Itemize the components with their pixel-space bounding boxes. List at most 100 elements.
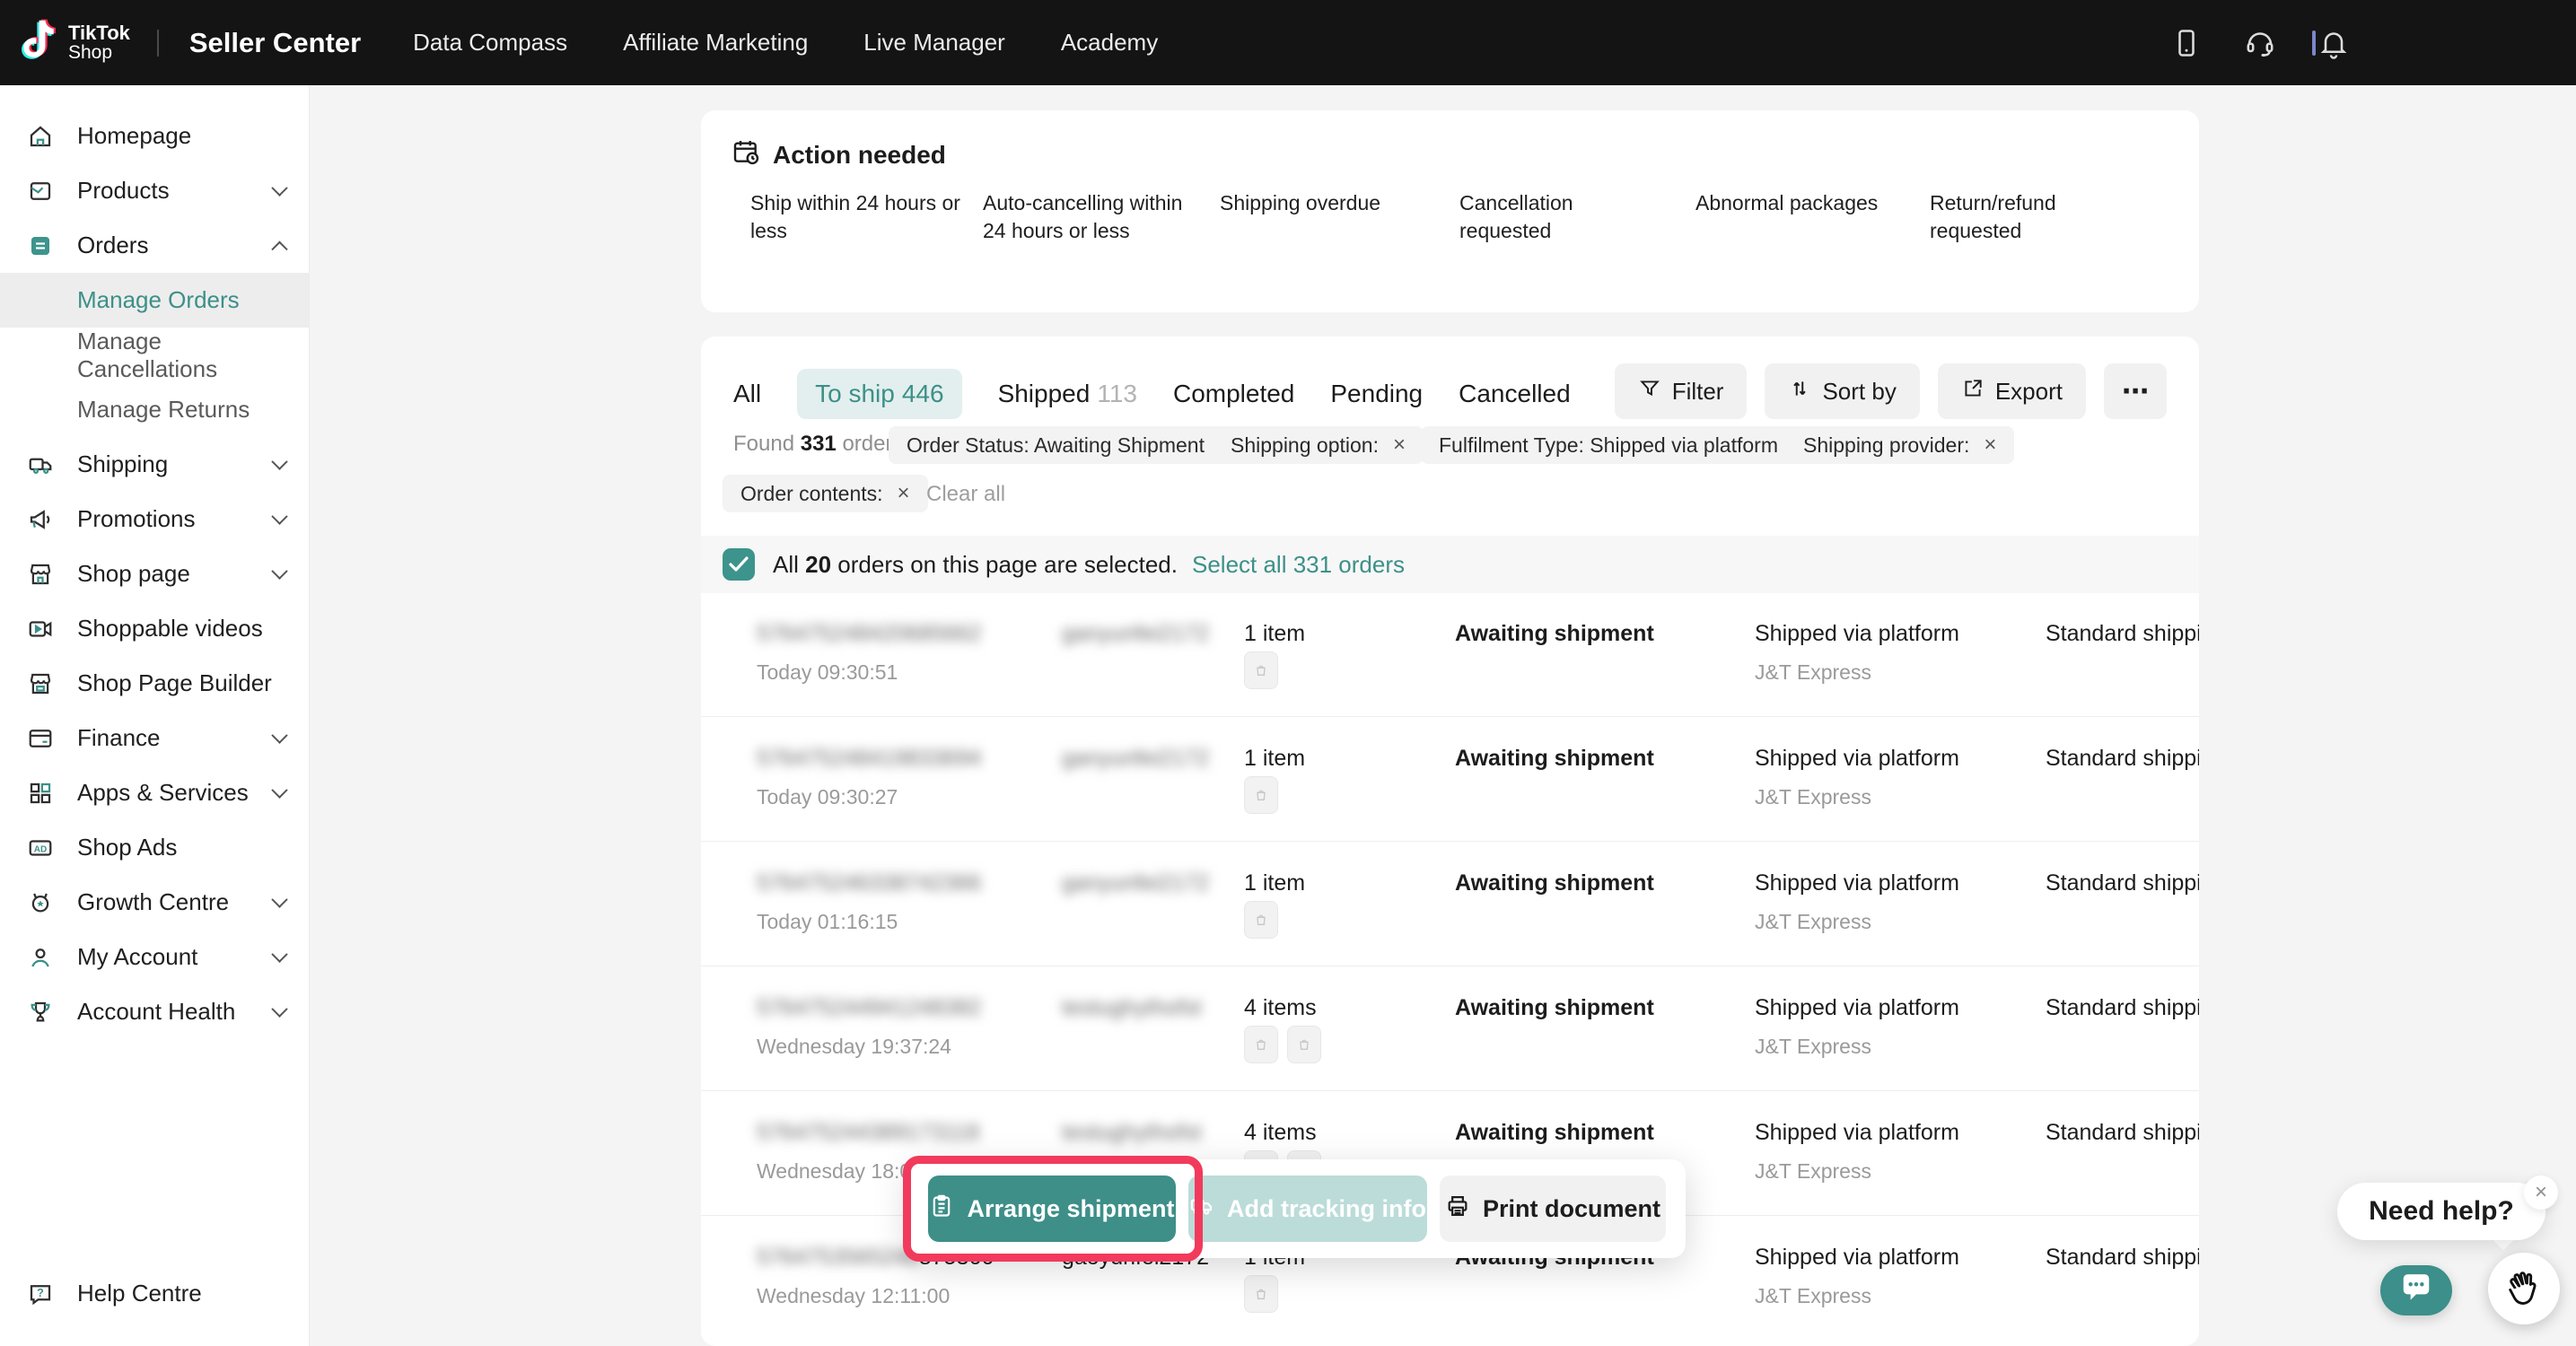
- sidebar-item-manage-orders[interactable]: Manage Orders: [0, 273, 309, 328]
- fulfilment-type: Shipped via platform: [1755, 870, 1959, 896]
- more-actions-button[interactable]: ⋯: [2104, 363, 2167, 419]
- storefront-builder-icon: [25, 669, 56, 699]
- buyer-name: ganyunfei2172: [1062, 621, 1209, 647]
- metric-auto-cancel[interactable]: Auto-cancelling within 24 hours or less …: [983, 189, 1194, 312]
- sidebar-item-promotions[interactable]: Promotions: [0, 492, 309, 546]
- arrange-shipment-button[interactable]: Arrange shipment: [928, 1176, 1176, 1242]
- sidebar-item-help-centre[interactable]: ? Help Centre: [0, 1266, 310, 1321]
- order-row[interactable]: 576475248420685662 Today 09:30:51 ganyun…: [701, 592, 2199, 717]
- select-all-331-link[interactable]: Select all 331 orders: [1192, 551, 1405, 579]
- order-row[interactable]: 576475248419833694 Today 09:30:27 ganyun…: [701, 717, 2199, 842]
- page-root: TikTok Shop Seller Center Data Compass A…: [0, 0, 2576, 1346]
- sidebar-item-shop-page-builder[interactable]: Shop Page Builder: [0, 656, 309, 711]
- clear-all-filters-link[interactable]: Clear all: [926, 482, 1005, 507]
- sort-by-label: Sort by: [1822, 378, 1896, 406]
- filter-chip-shipping-option[interactable]: Shipping option: ×: [1213, 426, 1424, 464]
- metric-label: Auto-cancelling within 24 hours or less: [983, 189, 1194, 245]
- chip-label: Shipping provider:: [1803, 433, 1969, 458]
- metric-shipping-overdue[interactable]: Shipping overdue 140: [1220, 189, 1431, 312]
- tab-to-ship[interactable]: To ship446: [797, 369, 961, 419]
- help-close-button[interactable]: ×: [2524, 1176, 2558, 1210]
- need-help-bubble[interactable]: Need help?: [2337, 1183, 2545, 1240]
- sidebar-item-manage-returns[interactable]: Manage Returns: [0, 382, 309, 437]
- sidebar-item-shop-ads[interactable]: AD Shop Ads: [0, 820, 309, 875]
- sidebar-item-apps-services[interactable]: Apps & Services: [0, 765, 309, 820]
- chevron-down-icon: [271, 946, 287, 962]
- print-document-button[interactable]: Print document: [1440, 1176, 1666, 1242]
- filter-chip-fulfilment-type[interactable]: Fulfilment Type: Shipped via platform ×: [1421, 426, 1823, 464]
- product-thumbnail[interactable]: [1244, 1275, 1278, 1313]
- metric-return-refund[interactable]: Return/refund requested 0: [1930, 189, 2141, 312]
- order-row[interactable]: 576475246338742366 Today 01:16:15 ganyun…: [701, 842, 2199, 966]
- tab-label: To ship: [815, 380, 895, 407]
- product-thumbnail[interactable]: [1244, 776, 1278, 814]
- sidebar-label: Promotions: [77, 505, 196, 533]
- tiktok-note-icon: [18, 17, 59, 68]
- nav-live-manager[interactable]: Live Manager: [863, 29, 1005, 57]
- product-thumbnail[interactable]: [1244, 651, 1278, 689]
- chip-remove-icon[interactable]: ×: [1984, 433, 1996, 458]
- sidebar-item-growth-centre[interactable]: Growth Centre: [0, 875, 309, 930]
- selection-suffix: orders on this page are selected.: [837, 551, 1178, 578]
- filter-button[interactable]: Filter: [1615, 363, 1748, 419]
- tiktok-shop-logo[interactable]: TikTok Shop: [18, 17, 130, 68]
- add-tracking-info-button[interactable]: Add tracking info: [1188, 1176, 1427, 1242]
- nav-affiliate-marketing[interactable]: Affiliate Marketing: [623, 29, 808, 57]
- sidebar-item-my-account[interactable]: My Account: [0, 930, 309, 984]
- selection-text: All 20 orders on this page are selected.: [773, 551, 1178, 579]
- sidebar-item-products[interactable]: Products: [0, 163, 309, 218]
- sidebar-item-account-health[interactable]: Account Health: [0, 984, 309, 1039]
- truck-icon: [25, 450, 56, 480]
- notifications-bell-icon[interactable]: [2318, 27, 2350, 59]
- sidebar-label: Apps & Services: [77, 779, 249, 807]
- sidebar-item-orders[interactable]: Orders: [0, 218, 309, 273]
- chip-remove-icon[interactable]: ×: [898, 481, 910, 506]
- order-time: Today 09:30:27: [757, 785, 898, 809]
- mobile-app-icon[interactable]: [2170, 27, 2203, 59]
- metric-ship-24h[interactable]: Ship within 24 hours or less 73: [750, 189, 961, 312]
- nav-right-icons: [2170, 0, 2350, 85]
- filter-chip-shipping-provider[interactable]: Shipping provider: ×: [1785, 426, 2014, 464]
- nav-seller-center[interactable]: Seller Center: [189, 27, 361, 59]
- order-row[interactable]: 576475244941248382 Wednesday 19:37:24 te…: [701, 966, 2199, 1091]
- item-count: 4 items: [1244, 995, 1317, 1021]
- sort-by-button[interactable]: Sort by: [1765, 363, 1919, 419]
- sidebar-item-shoppable-videos[interactable]: Shoppable videos: [0, 601, 309, 656]
- tab-cancelled[interactable]: Cancelled: [1459, 380, 1571, 408]
- order-id: 576475244941248382: [757, 995, 981, 1021]
- metric-abnormal-packages[interactable]: Abnormal packages 19: [1695, 189, 1906, 312]
- chip-remove-icon[interactable]: ×: [1393, 433, 1406, 458]
- sidebar-item-shipping[interactable]: Shipping: [0, 437, 309, 492]
- sidebar-item-manage-cancellations[interactable]: Manage Cancellations: [0, 328, 309, 382]
- found-count: 331: [801, 432, 837, 456]
- selection-bar: All 20 orders on this page are selected.…: [701, 536, 2199, 593]
- selection-prefix: All: [773, 551, 799, 578]
- tab-all[interactable]: All: [733, 380, 761, 408]
- sidebar-item-finance[interactable]: Finance: [0, 711, 309, 765]
- sidebar-item-homepage[interactable]: Homepage: [0, 109, 309, 163]
- nav-data-compass[interactable]: Data Compass: [413, 29, 567, 57]
- order-status: Awaiting shipment: [1455, 995, 1654, 1021]
- chip-label: Order Status: Awaiting Shipment: [907, 433, 1205, 458]
- metric-cancellation-requested[interactable]: Cancellation requested 0: [1459, 189, 1670, 312]
- chat-support-button[interactable]: [2380, 1265, 2452, 1315]
- export-button[interactable]: Export: [1938, 363, 2086, 419]
- nav-academy[interactable]: Academy: [1061, 29, 1158, 57]
- need-help-text: Need help?: [2369, 1196, 2514, 1227]
- filter-chip-order-contents[interactable]: Order contents: ×: [723, 475, 928, 512]
- tab-pending[interactable]: Pending: [1330, 380, 1423, 408]
- support-headset-icon[interactable]: [2244, 27, 2276, 59]
- found-orders-text: Found 331 orders: [733, 432, 903, 457]
- sidebar-item-shop-page[interactable]: Shop page: [0, 546, 309, 601]
- filter-chip-order-status[interactable]: Order Status: Awaiting Shipment ×: [889, 426, 1249, 464]
- order-time: Today 09:30:51: [757, 660, 898, 685]
- tab-completed[interactable]: Completed: [1173, 380, 1294, 408]
- select-all-checkbox[interactable]: [723, 548, 755, 581]
- product-thumbnail[interactable]: [1244, 1026, 1278, 1063]
- print-document-label: Print document: [1483, 1195, 1660, 1223]
- order-status: Awaiting shipment: [1455, 870, 1654, 896]
- sidebar-label: Homepage: [77, 122, 191, 150]
- tab-shipped[interactable]: Shipped113: [998, 380, 1137, 408]
- product-thumbnail[interactable]: [1287, 1026, 1321, 1063]
- product-thumbnail[interactable]: [1244, 901, 1278, 939]
